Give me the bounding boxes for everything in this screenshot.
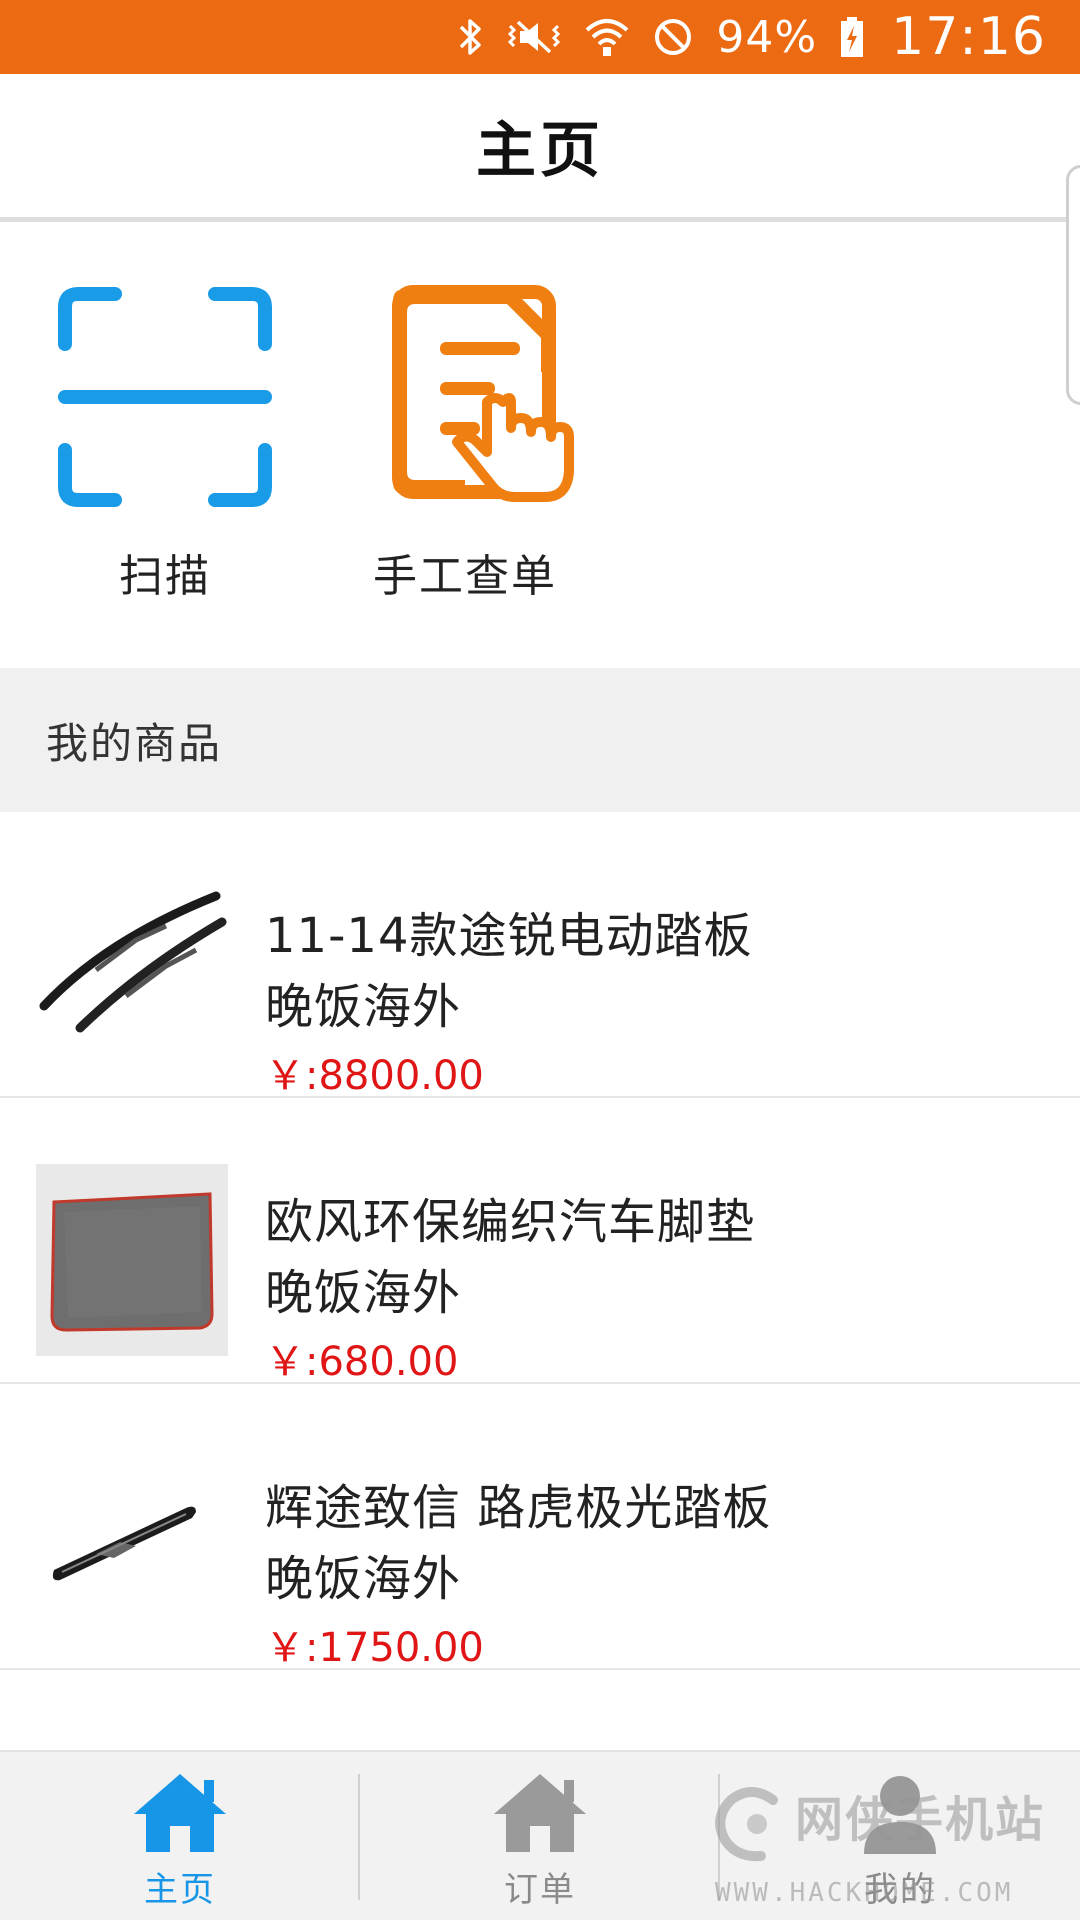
home-icon xyxy=(490,1770,590,1856)
bottom-navigation: 主页 订单 我的 xyxy=(0,1750,1080,1920)
vibrate-icon xyxy=(506,0,562,74)
page-title: 主页 xyxy=(476,116,604,186)
app-header: 主页 xyxy=(0,74,1080,222)
product-name: 11-14款途锐电动踏板 xyxy=(265,908,753,964)
product-seller: 晚饭海外 xyxy=(265,1265,462,1321)
quick-actions: 扫描 手工查单 xyxy=(0,227,1080,667)
section-title: 我的商品 xyxy=(46,718,223,768)
nav-label-orders: 订单 xyxy=(504,1870,576,1910)
product-seller: 晚饭海外 xyxy=(265,979,462,1035)
nav-item-orders[interactable]: 订单 xyxy=(360,1752,720,1920)
nav-label-home: 主页 xyxy=(144,1870,216,1910)
product-item[interactable]: 11-14款途锐电动踏板 晚饭海外 ￥:8800.00 xyxy=(0,812,1080,1099)
product-seller: 晚饭海外 xyxy=(265,1551,462,1607)
manual-query-button[interactable]: 手工查单 xyxy=(315,227,615,602)
user-icon xyxy=(850,1770,950,1856)
scan-button[interactable]: 扫描 xyxy=(15,227,315,602)
home-icon xyxy=(130,1770,230,1856)
car-mat-image xyxy=(36,1164,228,1356)
product-price: ￥:680.00 xyxy=(265,1339,459,1385)
product-item[interactable]: 辉途致信 路虎极光踏板 晚饭海外 ￥:1750.00 xyxy=(0,1384,1080,1671)
running-board-image xyxy=(36,1450,228,1642)
product-price: ￥:1750.00 xyxy=(265,1625,484,1671)
status-bar: 94% 17:16 xyxy=(0,0,1080,74)
product-name: 欧风环保编织汽车脚垫 xyxy=(265,1194,756,1250)
product-name: 辉途致信 路虎极光踏板 xyxy=(265,1480,772,1536)
nav-item-mine[interactable]: 我的 xyxy=(720,1752,1080,1920)
do-not-disturb-icon xyxy=(652,0,694,74)
wiper-blades-image xyxy=(36,878,228,1070)
nav-item-home[interactable]: 主页 xyxy=(0,1752,360,1920)
app-screen: 94% 17:16 主页 扫描 手工查单 我的商品 11-14款途锐电动踏板 晚… xyxy=(0,0,1080,1920)
my-products-section-header: 我的商品 xyxy=(0,668,1080,812)
product-item[interactable]: 欧风环保编织汽车脚垫 晚饭海外 ￥:680.00 xyxy=(0,1098,1080,1385)
battery-charging-icon xyxy=(839,0,865,74)
product-price: ￥:8800.00 xyxy=(265,1053,484,1099)
battery-percent: 94% xyxy=(716,11,818,63)
manual-query-icon xyxy=(355,282,575,512)
wifi-icon xyxy=(584,0,630,74)
scan-label: 扫描 xyxy=(119,551,211,602)
bluetooth-icon xyxy=(458,0,484,74)
scan-icon xyxy=(55,282,275,512)
nav-label-mine: 我的 xyxy=(864,1870,936,1910)
clock: 17:16 xyxy=(891,7,1046,67)
manual-query-label: 手工查单 xyxy=(373,551,557,602)
